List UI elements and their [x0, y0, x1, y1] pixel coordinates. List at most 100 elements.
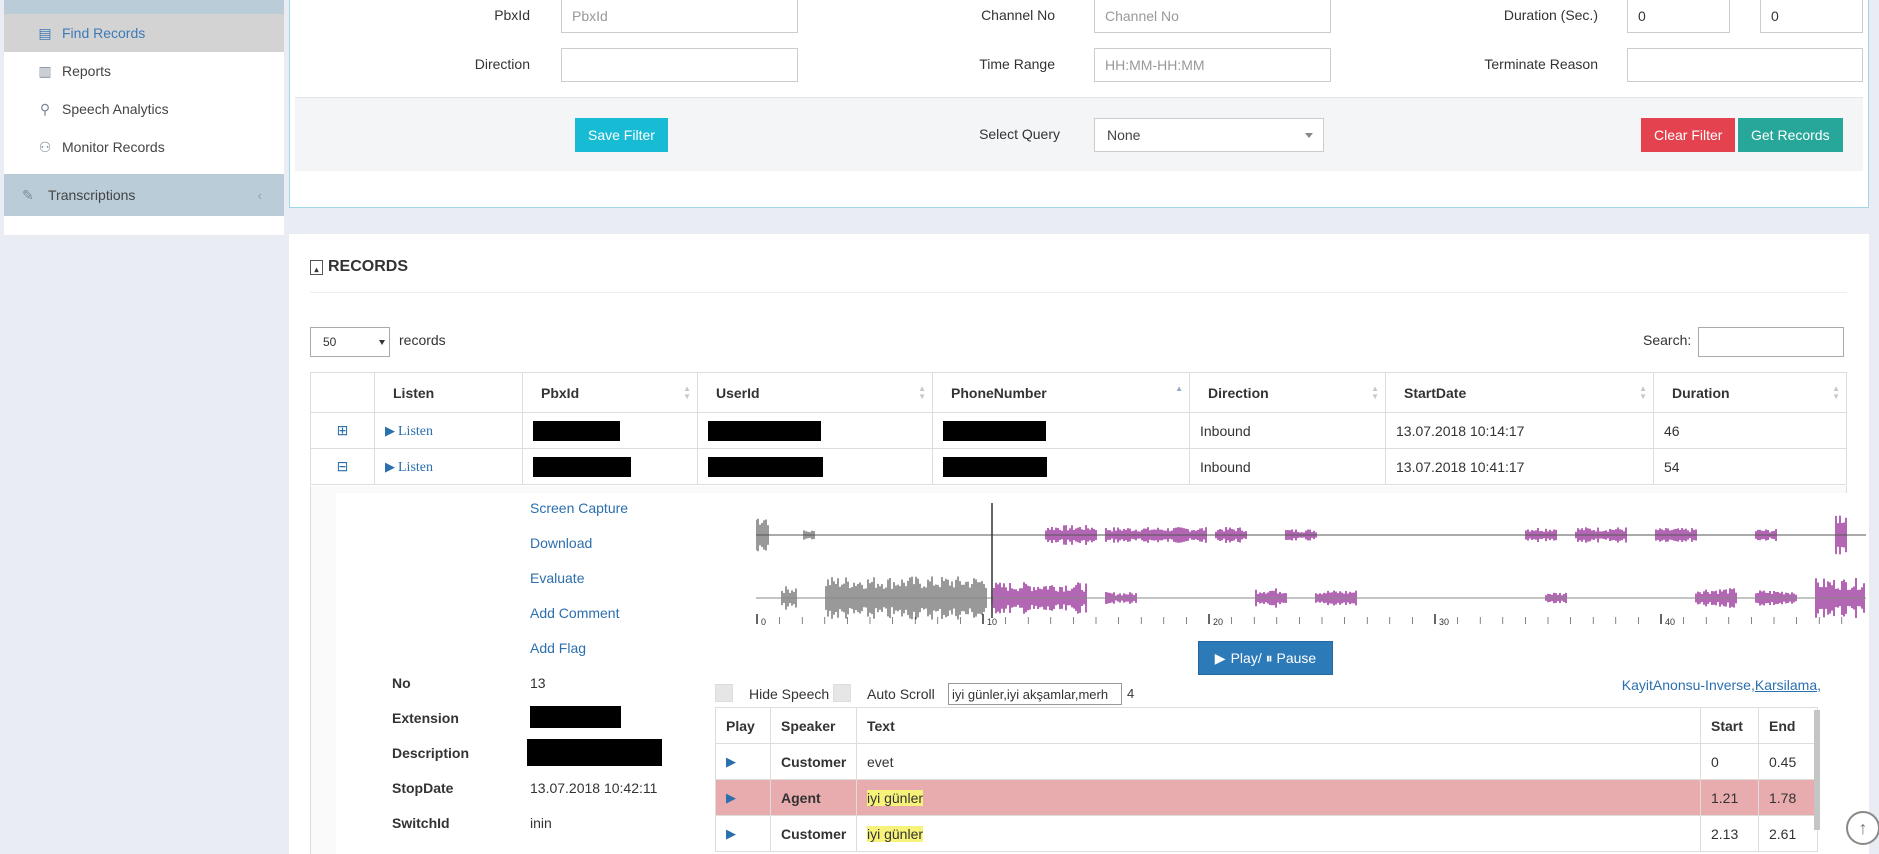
direction-cell: Inbound: [1189, 448, 1386, 485]
userid-cell: [697, 448, 933, 485]
pbxid-label: PbxId: [494, 7, 530, 23]
audio-waveform[interactable]: 0 10 20 30 40: [756, 503, 1866, 633]
evaluate-link[interactable]: Evaluate: [530, 570, 584, 586]
pbxid-input[interactable]: PbxId: [561, 0, 798, 33]
listen-link[interactable]: ▶ Listen: [385, 459, 433, 475]
table-header-row: Listen PbxId ▲ ▼ UserId ▲ ▼ PhoneNumber ▲ Dir…: [310, 372, 1847, 413]
col-label: Listen: [393, 384, 435, 401]
phonenumber-cell: [932, 412, 1190, 449]
col-expand: [310, 372, 375, 413]
auto-scroll-checkbox[interactable]: [833, 684, 851, 702]
keyword-link[interactable]: Karsilama: [1755, 677, 1817, 693]
clear-filter-button[interactable]: Clear Filter: [1641, 118, 1736, 152]
table-row: ⊟ ▶ Listen Inbound 13.07.2018 10:41:17 54: [310, 448, 1847, 485]
col-duration[interactable]: Duration ▲ ▼: [1653, 372, 1847, 413]
col-label: UserId: [716, 384, 760, 401]
col-direction[interactable]: Direction ▲ ▼: [1189, 372, 1386, 413]
duration-max-input[interactable]: 0: [1760, 0, 1863, 33]
direction-input[interactable]: [561, 48, 798, 82]
select-query-label: Select Query: [979, 126, 1060, 142]
keywords-input[interactable]: iyi günler,iyi akşamlar,merh: [948, 683, 1122, 705]
speaker-cell: Customer: [770, 743, 857, 780]
col-listen[interactable]: Listen: [374, 372, 523, 413]
scroll-to-top-button[interactable]: ↑: [1846, 811, 1879, 845]
document-icon: ▴: [310, 259, 323, 275]
col-userid[interactable]: UserId ▲ ▼: [697, 372, 933, 413]
chevron-left-icon: ‹: [257, 187, 262, 203]
screen-capture-link[interactable]: Screen Capture: [530, 500, 628, 516]
speech-row: ▶ Customer iyi günler 2.13 2.61: [715, 815, 1818, 852]
timeline-tick-label: 20: [1213, 617, 1223, 627]
filter-panel: PbxId PbxId Channel No Channel No Durati…: [289, 0, 1869, 208]
col-pbxid[interactable]: PbxId ▲ ▼: [522, 372, 698, 413]
sidebar: ▤ Find Records ▥ Reports ⚲ Speech Analyt…: [4, 0, 284, 235]
keywords-count: 4: [1127, 686, 1135, 701]
binoculars-icon: ⚇: [38, 138, 52, 155]
time-range-input[interactable]: HH:MM-HH:MM: [1094, 48, 1331, 82]
search-input[interactable]: [1698, 327, 1844, 357]
expand-cell[interactable]: ⊟: [310, 448, 375, 485]
listen-cell[interactable]: ▶ Listen: [374, 412, 523, 449]
listen-cell[interactable]: ▶ Listen: [374, 448, 523, 485]
pbxid-cell: [522, 412, 698, 449]
timeline-tick-label: 0: [761, 617, 766, 627]
sort-icon: ▲ ▼: [1832, 384, 1840, 401]
timeline-tick-label: 10: [987, 617, 997, 627]
sidebar-section-transcriptions[interactable]: ✎ Transcriptions ‹: [4, 174, 284, 216]
play-icon[interactable]: ▶: [726, 826, 736, 841]
play-icon[interactable]: ▶: [726, 790, 736, 805]
end-cell: 0.45: [1758, 743, 1818, 780]
play-cell[interactable]: ▶: [715, 815, 771, 852]
terminate-reason-input[interactable]: [1627, 48, 1863, 82]
keyword-highlight: iyi günler: [867, 789, 924, 806]
expand-plus-icon[interactable]: ⊞: [337, 422, 349, 438]
hide-speech-label: Hide Speech: [749, 686, 830, 702]
select-query-dropdown[interactable]: None: [1094, 118, 1324, 152]
col-end: End: [1758, 707, 1818, 744]
expand-cell[interactable]: ⊞: [310, 412, 375, 449]
hide-speech-checkbox[interactable]: [715, 684, 733, 702]
info-key-stopdate: StopDate: [392, 780, 454, 796]
caret-down-icon: [379, 340, 385, 345]
keyword-highlight: iyi günler: [867, 825, 924, 842]
redacted-block: [943, 420, 1046, 441]
col-label: PbxId: [541, 384, 580, 401]
play-icon[interactable]: ▶: [726, 754, 736, 769]
time-range-label: Time Range: [979, 56, 1055, 72]
info-value-switchid: inin: [530, 815, 552, 831]
get-records-button[interactable]: Get Records: [1738, 118, 1843, 152]
play-pause-button[interactable]: ▶ Play/ ⏸ Pause: [1198, 641, 1333, 675]
sidebar-item-find-records[interactable]: ▤ Find Records: [4, 14, 284, 52]
duration-label: Duration (Sec.): [1503, 7, 1598, 23]
terminate-reason-label: Terminate Reason: [1484, 56, 1598, 72]
channel-no-input[interactable]: Channel No: [1094, 0, 1331, 33]
auto-scroll-label: Auto Scroll: [867, 686, 935, 702]
keyword-link[interactable]: KayitAnonsu-Inverse,: [1622, 677, 1755, 693]
play-icon: ▶: [385, 422, 395, 438]
sidebar-item-monitor-records[interactable]: ⚇ Monitor Records: [4, 128, 284, 166]
play-cell[interactable]: ▶: [715, 779, 771, 816]
col-label: Direction: [1208, 384, 1269, 401]
listen-link[interactable]: ▶ Listen: [385, 422, 433, 439]
col-phonenumber[interactable]: PhoneNumber ▲: [932, 372, 1190, 413]
download-link[interactable]: Download: [530, 535, 592, 551]
sort-icon: ▲ ▼: [1639, 384, 1647, 401]
sort-icon: ▲ ▼: [918, 384, 926, 401]
speech-table-scrollbar[interactable]: [1814, 710, 1820, 830]
sidebar-item-label: Reports: [62, 63, 112, 79]
redacted-block: [533, 456, 631, 477]
add-flag-link[interactable]: Add Flag: [530, 640, 586, 656]
sidebar-item-speech-analytics[interactable]: ⚲ Speech Analytics: [4, 90, 284, 128]
play-cell[interactable]: ▶: [715, 743, 771, 780]
col-startdate[interactable]: StartDate ▲ ▼: [1385, 372, 1654, 413]
sort-icon: ▲ ▼: [683, 384, 691, 401]
duration-min-input[interactable]: 0: [1627, 0, 1730, 33]
collapse-minus-icon[interactable]: ⊟: [337, 458, 349, 474]
save-filter-button[interactable]: Save Filter: [575, 118, 668, 152]
redacted-block: [708, 420, 821, 441]
userid-cell: [697, 412, 933, 449]
add-comment-link[interactable]: Add Comment: [530, 605, 619, 621]
page-length-select[interactable]: 50: [310, 327, 390, 357]
startdate-cell: 13.07.2018 10:14:17: [1385, 412, 1654, 449]
sidebar-item-reports[interactable]: ▥ Reports: [4, 52, 284, 90]
